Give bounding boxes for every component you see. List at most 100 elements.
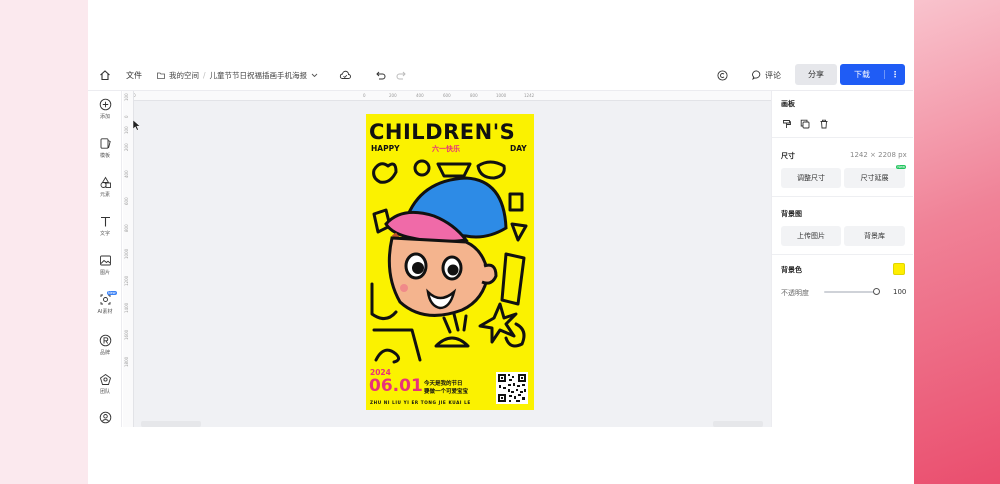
sidebar-item-add[interactable]: 添加 [88,98,122,120]
poster-happy-text[interactable]: HAPPY [371,144,400,153]
opacity-label: 不透明度 [781,289,809,297]
chevron-down-icon[interactable] [311,73,318,78]
ruler-tick: 200 [389,93,397,98]
ruler-tick: 200 [124,143,129,151]
comment-button[interactable]: 评论 [752,59,781,91]
size-title: 尺寸 [781,152,795,160]
new-badge: New [896,165,906,169]
qr-code-image[interactable] [496,372,528,404]
cloud-save-icon[interactable] [338,59,352,91]
sidebar-item-team[interactable]: 团队 [88,373,122,395]
divider [772,137,913,138]
redo-icon[interactable] [395,59,407,91]
document-title[interactable]: 儿童节节日祝福插画手机海报 [210,70,308,81]
bg-image-title: 背景图 [781,210,802,218]
bg-color-title: 背景色 [781,266,802,274]
user-icon [99,411,111,424]
delete-icon[interactable] [819,119,829,129]
breadcrumb: 我的空间 / 儿童节节日祝福插画手机海报 [157,59,318,91]
sidebar-item-label: 元素 [99,192,110,198]
left-sidebar: 添加 模板 元素 文字 图片 New AI素材 品牌 团队 [88,91,122,427]
ruler-tick: 1800 [124,356,129,367]
ruler-tick: 600 [124,197,129,205]
poster-date[interactable]: 06.01 [369,376,423,396]
upload-image-button[interactable]: 上传图片 [781,226,841,246]
poster-cn-subtitle[interactable]: 六一快乐 [432,144,460,154]
sidebar-item-label: 图片 [99,270,110,276]
design-canvas[interactable]: 100 0 200 400 600 800 1000 1242 100 0 10… [123,91,771,427]
ruler-tick: 1600 [124,329,129,340]
poster-artboard[interactable]: CHILDREN'S HAPPY 六一快乐 DAY 2024 06.01 今天是… [366,114,534,410]
sidebar-item-ai-material[interactable]: New AI素材 [88,291,122,315]
template-icon [100,138,111,149]
sidebar-item-label: AI素材 [97,309,113,315]
brand-icon [99,334,111,347]
team-icon [99,373,111,385]
copy-icon[interactable] [800,119,810,129]
file-menu[interactable]: 文件 [126,59,142,91]
undo-icon[interactable] [375,59,387,91]
ruler-tick: 800 [470,93,478,98]
opacity-slider-handle[interactable] [873,288,880,295]
artboard-title: 画板 [781,100,795,108]
ruler-tick: 0 [363,93,366,98]
folder-icon [157,72,165,79]
mouse-cursor-icon [132,119,141,131]
ruler-tick: 1400 [124,302,129,313]
background-library-button[interactable]: 背景库 [844,226,905,246]
poster-day-text[interactable]: DAY [510,144,527,153]
poster-text-line2[interactable]: 要做一个可爱宝宝 [424,387,468,395]
sidebar-item-label: 文字 [99,231,110,237]
plus-circle-icon [99,98,111,111]
backdrop-gradient [914,0,1000,484]
ruler-tick: 100 [124,93,129,101]
text-icon [100,216,110,227]
ruler-tick: 800 [124,224,129,232]
divider [772,196,913,197]
sidebar-item-elements[interactable]: 元素 [88,176,122,198]
download-more-button[interactable]: ⋮ [884,70,905,79]
shapes-icon [100,176,111,188]
comment-label: 评论 [765,70,781,80]
editor-window: 文件 我的空间 / 儿童节节日祝福插画手机海报 评论 分享 下载 ⋮ 添加 模板… [88,59,913,427]
poster-text-line1[interactable]: 今天是我的节日 [424,379,463,387]
new-badge: New [107,291,117,295]
sidebar-item-image[interactable]: 图片 [88,254,122,276]
breadcrumb-space[interactable]: 我的空间 [169,70,199,81]
size-extend-button[interactable]: 尺寸延展 New [844,165,906,188]
bg-color-swatch[interactable] [893,263,905,275]
top-toolbar: 文件 我的空间 / 儿童节节日祝福插画手机海报 评论 分享 下载 ⋮ [88,59,913,91]
poster-title[interactable]: CHILDREN'S [369,120,531,144]
sidebar-item-brand[interactable]: 品牌 [88,334,122,356]
sidebar-item-label: 团队 [99,389,110,395]
poster-pinyin[interactable]: ZHU NI LIU YI ER TONG JIE KUAI LE [370,400,471,405]
ruler-tick: 0 [124,115,129,118]
resize-button[interactable]: 调整尺寸 [781,168,841,188]
sidebar-item-template[interactable]: 模板 [88,137,122,159]
zoom-control-bar[interactable] [713,421,763,427]
size-extend-label: 尺寸延展 [860,174,889,182]
ruler-tick: 1000 [124,248,129,259]
copyright-icon[interactable] [715,59,729,91]
home-icon[interactable] [96,59,114,91]
download-label: 下载 [854,70,870,79]
sidebar-item-text[interactable]: 文字 [88,215,122,237]
sidebar-item-label: 模板 [99,153,110,159]
comment-icon [752,70,761,80]
opacity-value[interactable]: 100 [893,288,906,296]
page-thumbnail-bar[interactable] [141,421,201,427]
opacity-slider[interactable] [824,291,878,293]
ruler-tick: 400 [124,170,129,178]
sidebar-item-label: 添加 [99,114,110,120]
ruler-tick: 100 [124,126,129,134]
ruler-tick: 1000 [496,93,507,98]
ruler-horizontal: 100 0 200 400 600 800 1000 1242 [123,91,771,101]
poster-illustration[interactable] [366,154,534,364]
ruler-tick: 400 [416,93,424,98]
sidebar-item-user[interactable] [88,411,122,424]
divider [772,254,913,255]
ruler-vertical: 100 0 100 200 400 600 800 1000 1200 1400… [123,91,134,427]
format-painter-icon[interactable] [782,119,792,129]
share-button[interactable]: 分享 [795,64,837,85]
download-button[interactable]: 下载 ⋮ [840,64,905,85]
